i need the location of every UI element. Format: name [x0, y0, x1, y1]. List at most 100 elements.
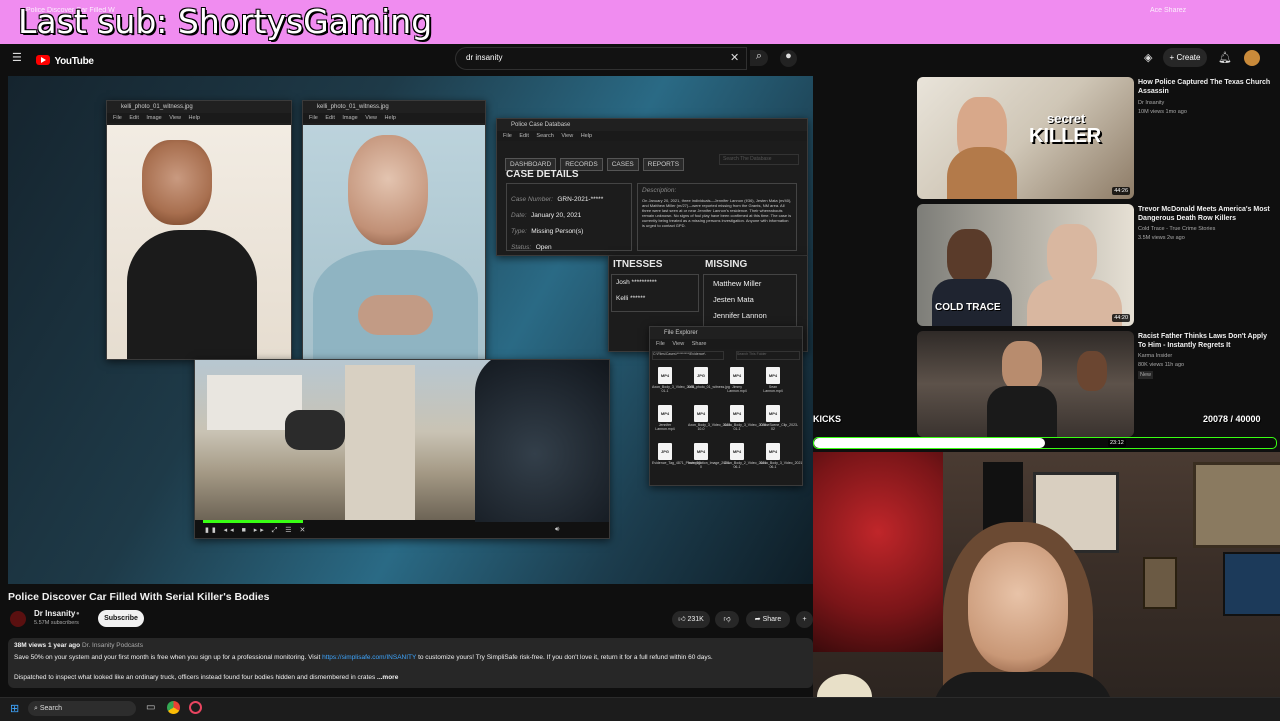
share-button[interactable]: ➦ Share [746, 611, 790, 628]
witnesses-list: Josh ********** Kelli ****** [611, 274, 699, 312]
recommendation-thumbnail[interactable]: secret KILLER 44:26 [917, 77, 1134, 199]
recommendation-meta: 80K views 11h ago [1138, 362, 1185, 368]
case-type: Missing Person(s) [531, 228, 584, 235]
avatar[interactable] [1244, 50, 1260, 66]
duration-badge: 44:20 [1112, 314, 1130, 322]
file-icon[interactable]: MP4 Investigation_Image_2023-0 [688, 443, 730, 469]
bodycam-frame [195, 360, 609, 522]
file-icon[interactable]: MP4 Sean Lannon.mp4 [762, 367, 784, 393]
channel-name[interactable]: Dr Insanity [34, 609, 75, 618]
police-case-database-window[interactable]: Police Case Database File Edit Search Vi… [496, 118, 808, 256]
description-box: Description: On January 20, 2021, three … [637, 183, 797, 251]
thumbs-down-icon: 👎︎ [723, 616, 731, 623]
show-more-button[interactable]: ...more [377, 674, 398, 681]
folder-search-input[interactable]: Search This Folder [736, 351, 800, 360]
file-icon[interactable]: MP4 Axon_Body_2_Video_2021-06-1 [724, 443, 768, 469]
channel-avatar[interactable] [10, 611, 26, 627]
duration-badge: 44:26 [1112, 187, 1130, 195]
volume-icon[interactable]: 🔊︎ [555, 526, 559, 534]
file-type: MP4 [732, 411, 742, 416]
window-menu[interactable]: File Edit Search View Help [497, 131, 807, 141]
file-icon[interactable]: MP4 Axon_Body_3_Video_2021-01-1 [724, 405, 768, 431]
app-icon[interactable] [189, 701, 202, 714]
file-icon[interactable]: MP4 Axon_Body_3_Video_2021-01-1 [652, 367, 696, 393]
window-menu[interactable]: File Edit Image View Help [107, 113, 291, 123]
file-icon[interactable]: JPG kelli_photo_01_witness.jpg [688, 367, 730, 393]
file-icon[interactable]: MP4 Jennifer Lannon.mp4 [654, 405, 676, 431]
recommendation-title[interactable]: How Police Captured The Texas Church Ass… [1138, 78, 1273, 96]
last-sub-text: Last sub: ShortysGaming [18, 2, 433, 41]
recommendation-channel[interactable]: Dr Insanity [1138, 99, 1164, 107]
notification-bell-icon[interactable]: 🔔︎ [1218, 51, 1232, 64]
meta-tag[interactable]: Dr. Insanity Podcasts [82, 642, 143, 649]
tab-cases[interactable]: CASES [606, 158, 639, 171]
clear-search-icon[interactable]: ✕ [730, 51, 739, 64]
witness-photo [107, 125, 291, 359]
description-box[interactable]: 38M views 1 year ago Dr. Insanity Podcas… [8, 638, 813, 688]
case-number-label: Case Number: [511, 196, 553, 203]
file-type: MP4 [768, 411, 778, 416]
file-explorer-window[interactable]: File Explorer File View Share C:\Files\C… [649, 326, 803, 486]
media-controls[interactable]: ▮▮ ◂◂ ■ ▸▸ ⤢ ☰ ✕ [205, 526, 308, 535]
bodycam-video-window[interactable]: ▮▮ ◂◂ ■ ▸▸ ⤢ ☰ ✕ 🔊︎ [194, 359, 610, 539]
taskbar-search[interactable]: ⌕ Search [28, 701, 136, 716]
file-type: JPG [696, 373, 705, 378]
file-icon[interactable]: JPG Evidence_Tag_4871_Photo_03 [652, 443, 701, 469]
recommendation-thumbnail[interactable]: COLD TRACE 44:20 [917, 204, 1134, 326]
video-title: Police Discover Car Filled With Serial K… [8, 591, 270, 603]
file-icon[interactable]: MP4 Jimmy Lannon.mp4 [726, 367, 748, 393]
recommendation-title[interactable]: Trevor McDonald Meets America's Most Dan… [1138, 205, 1273, 223]
file-type: MP4 [696, 449, 706, 454]
dislike-button[interactable]: 👎︎ [715, 611, 739, 628]
chrome-icon[interactable] [167, 701, 180, 714]
list-item: Jesten Mata [713, 295, 754, 304]
description-label: Description: [642, 187, 677, 194]
file-name: kelli_photo_01_witness.jpg [688, 385, 730, 389]
file-name: Axon_Body_3_Video_2021-01-1 [652, 385, 696, 393]
case-details-heading: CASE DETAILS [506, 169, 579, 180]
recommendation-title[interactable]: Racist Father Thinks Laws Don't Apply To… [1138, 332, 1273, 350]
photo-window-2[interactable]: kelli_photo_01_witness.jpg File Edit Ima… [302, 100, 486, 360]
menu-icon[interactable]: ☰ [12, 51, 22, 64]
recommendation-meta: 10M views 1mo ago [1138, 109, 1187, 115]
file-type: MP4 [660, 411, 670, 416]
file-icon[interactable]: MP4 CrimeScene_Clip_2023-02 [760, 405, 799, 431]
list-item: Jennifer Lannon [713, 311, 767, 320]
file-icon[interactable]: MP4 Axon_Body_3_Video_2021-06-1 [760, 443, 803, 469]
window-menu[interactable]: File Edit Image View Help [303, 113, 485, 123]
window-menu[interactable]: File View Share [650, 339, 802, 349]
file-icon[interactable]: MP4 Axon_Body_3_Video_2023-10-0 [688, 405, 732, 431]
create-button[interactable]: + Create [1163, 48, 1207, 67]
file-type: MP4 [768, 449, 778, 454]
photo-window-1[interactable]: kelli_photo_01_witness.jpg File Edit Ima… [106, 100, 292, 360]
subscriber-count: 5.57M subscribers [34, 620, 79, 626]
recommendation-channel[interactable]: Cold Trace - True Crime Stories [1138, 225, 1215, 233]
task-view-icon[interactable]: ▭ [146, 702, 155, 713]
profile-label[interactable]: Ace Sharez [1150, 7, 1186, 14]
like-button[interactable]: 👍︎ 231K [672, 611, 710, 628]
cast-icon[interactable]: ◈ [1144, 51, 1152, 64]
recommendation-thumbnail[interactable] [917, 331, 1134, 437]
search-input[interactable] [464, 52, 578, 63]
path-bar[interactable]: C:\Files\Cases\*********\Evidence\ [652, 351, 724, 360]
search-box[interactable] [455, 47, 747, 70]
file-name: Jimmy Lannon.mp4 [727, 385, 747, 393]
more-actions-icon[interactable]: + [796, 611, 813, 628]
thumbnail-overlay-text: KILLER [1029, 125, 1102, 147]
search-icon[interactable]: ⌕ [750, 50, 768, 66]
file-name: CrimeScene_Clip_2023-02 [760, 423, 799, 431]
file-name: Axon_Body_3_Video_2021-06-1 [760, 461, 803, 469]
recommendation-channel[interactable]: Karma Insider [1138, 352, 1172, 360]
file-name: Jennifer Lannon.mp4 [655, 423, 675, 431]
mic-icon[interactable]: ● [780, 50, 797, 67]
tab-reports[interactable]: REPORTS [642, 158, 685, 171]
subscribe-button[interactable]: Subscribe [98, 610, 144, 627]
description-link[interactable]: https://simplisafe.com/INSANITY [322, 654, 416, 661]
type-label: Type: [511, 228, 527, 235]
database-search-input[interactable]: Search The Database [719, 154, 799, 165]
youtube-logo[interactable]: YouTube [36, 52, 94, 70]
windows-start-icon[interactable]: ⊞ [10, 702, 19, 715]
window-title: kelli_photo_01_witness.jpg [107, 101, 291, 113]
description-text: to customize yours! Try SimpliSafe risk-… [418, 654, 713, 661]
video-player[interactable]: kelli_photo_01_witness.jpg File Edit Ima… [8, 76, 813, 584]
